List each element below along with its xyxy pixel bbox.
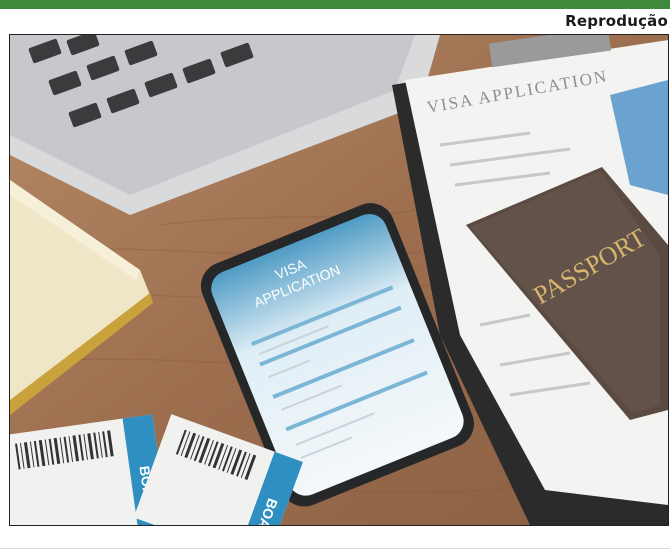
photo-frame: VISA APPLICATION PASSPORT VISA APPLICATI… bbox=[9, 34, 669, 526]
bottom-divider bbox=[0, 548, 670, 549]
photo-illustration: VISA APPLICATION PASSPORT VISA APPLICATI… bbox=[10, 35, 668, 525]
photo-credit: Reprodução bbox=[565, 12, 668, 30]
top-accent-bar bbox=[0, 0, 670, 9]
